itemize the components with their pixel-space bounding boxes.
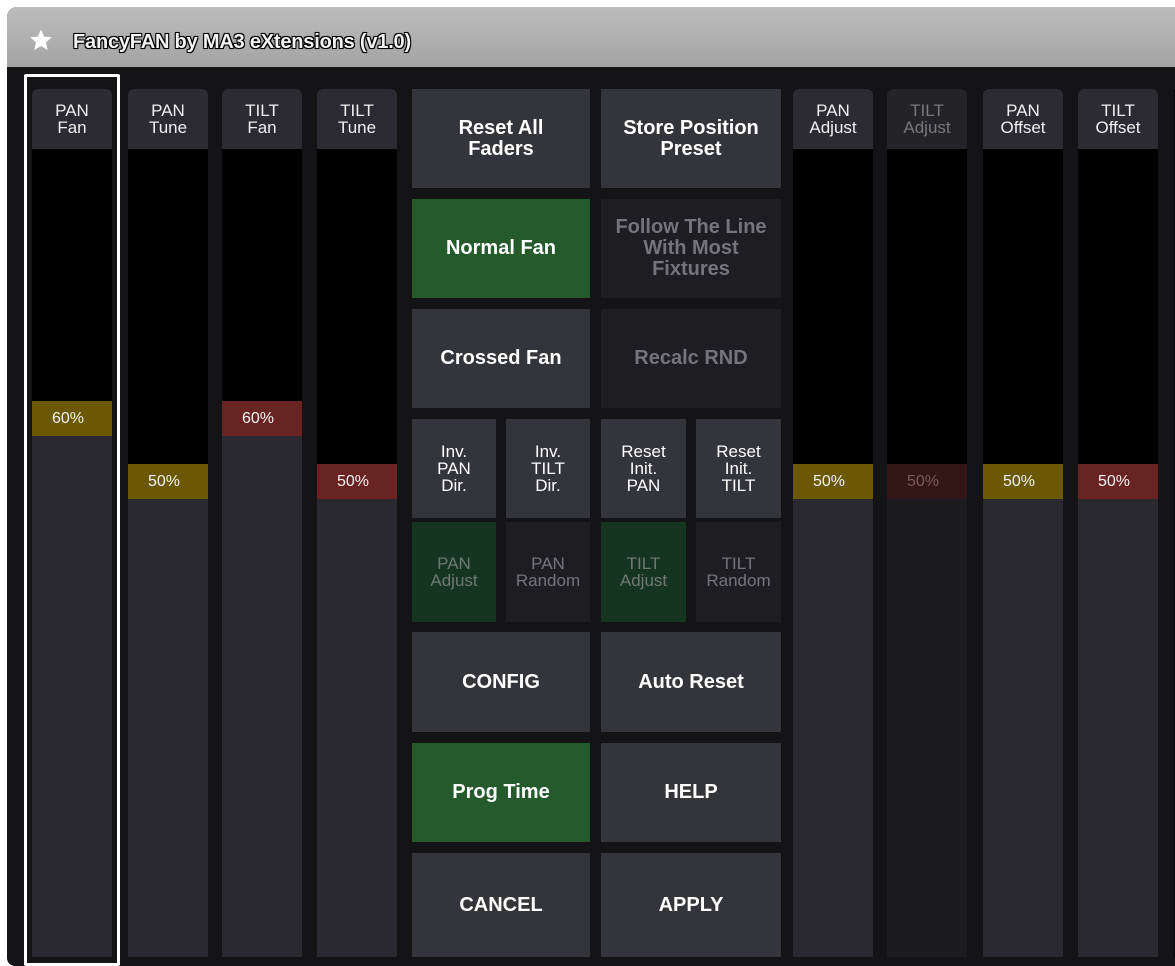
fader-fill [983, 499, 1063, 957]
prog-time-button[interactable]: Prog Time [412, 743, 590, 842]
selection-frame [24, 74, 120, 966]
reset-init-pan-button[interactable]: Reset Init. PAN [601, 419, 686, 518]
fader-tilt-tune[interactable]: TILT Tune 50% [317, 89, 397, 957]
fader-value[interactable]: 50% [983, 464, 1063, 499]
store-position-preset-button[interactable]: Store Position Preset [601, 89, 781, 188]
tilt-adjust-toggle[interactable]: TILT Adjust [601, 522, 686, 622]
window-title: FancyFAN by MA3 eXtensions (v1.0) [73, 31, 411, 53]
fader-fill [887, 499, 967, 957]
fader-tilt-fan[interactable]: TILT Fan 60% [222, 89, 302, 957]
fader-label: TILT Tune [317, 89, 397, 149]
fader-label: PAN Offset [983, 89, 1063, 149]
crossed-fan-button[interactable]: Crossed Fan [412, 309, 590, 408]
follow-the-line-button[interactable]: Follow The Line With Most Fixtures [601, 199, 781, 298]
recalc-rnd-button[interactable]: Recalc RND [601, 309, 781, 408]
fader-value[interactable]: 50% [793, 464, 873, 499]
fader-tilt-offset[interactable]: TILT Offset 50% [1078, 89, 1158, 957]
normal-fan-button[interactable]: Normal Fan [412, 199, 590, 298]
fader-label: PAN Tune [128, 89, 208, 149]
apply-button[interactable]: APPLY [601, 853, 781, 957]
fader-fill [222, 436, 302, 957]
fader-label: PAN Adjust [793, 89, 873, 149]
fader-fill [793, 499, 873, 957]
fader-value[interactable]: 50% [128, 464, 208, 499]
fader-pan-tune[interactable]: PAN Tune 50% [128, 89, 208, 957]
inv-pan-dir-button[interactable]: Inv. PAN Dir. [412, 419, 496, 518]
fader-pan-adjust[interactable]: PAN Adjust 50% [793, 89, 873, 957]
tilt-random-toggle[interactable]: TILT Random [696, 522, 781, 622]
fader-value[interactable]: 50% [317, 464, 397, 499]
fader-fill [1078, 499, 1158, 957]
fader-tilt-adjust[interactable]: TILT Adjust 50% [887, 89, 967, 957]
reset-all-faders-button[interactable]: Reset All Faders [412, 89, 590, 188]
pan-adjust-toggle[interactable]: PAN Adjust [412, 522, 496, 622]
fader-fill [128, 499, 208, 957]
fader-value[interactable]: 50% [1078, 464, 1158, 499]
help-button[interactable]: HELP [601, 743, 781, 842]
inv-tilt-dir-button[interactable]: Inv. TILT Dir. [506, 419, 590, 518]
fader-value[interactable]: 60% [222, 401, 302, 436]
star-icon[interactable] [29, 28, 53, 52]
fancyfan-window: FancyFAN by MA3 eXtensions (v1.0) PAN Fan… [7, 7, 1175, 966]
fader-fill [317, 499, 397, 957]
title-bar[interactable]: FancyFAN by MA3 eXtensions (v1.0) [7, 7, 1175, 67]
pan-random-toggle[interactable]: PAN Random [506, 522, 590, 622]
fader-pan-offset[interactable]: PAN Offset 50% [983, 89, 1063, 957]
fader-label: TILT Offset [1078, 89, 1158, 149]
cancel-button[interactable]: CANCEL [412, 853, 590, 957]
fader-value[interactable]: 50% [887, 464, 967, 499]
fader-label: TILT Adjust [887, 89, 967, 149]
config-button[interactable]: CONFIG [412, 632, 590, 732]
reset-init-tilt-button[interactable]: Reset Init. TILT [696, 419, 781, 518]
auto-reset-button[interactable]: Auto Reset [601, 632, 781, 732]
fader-label: TILT Fan [222, 89, 302, 149]
